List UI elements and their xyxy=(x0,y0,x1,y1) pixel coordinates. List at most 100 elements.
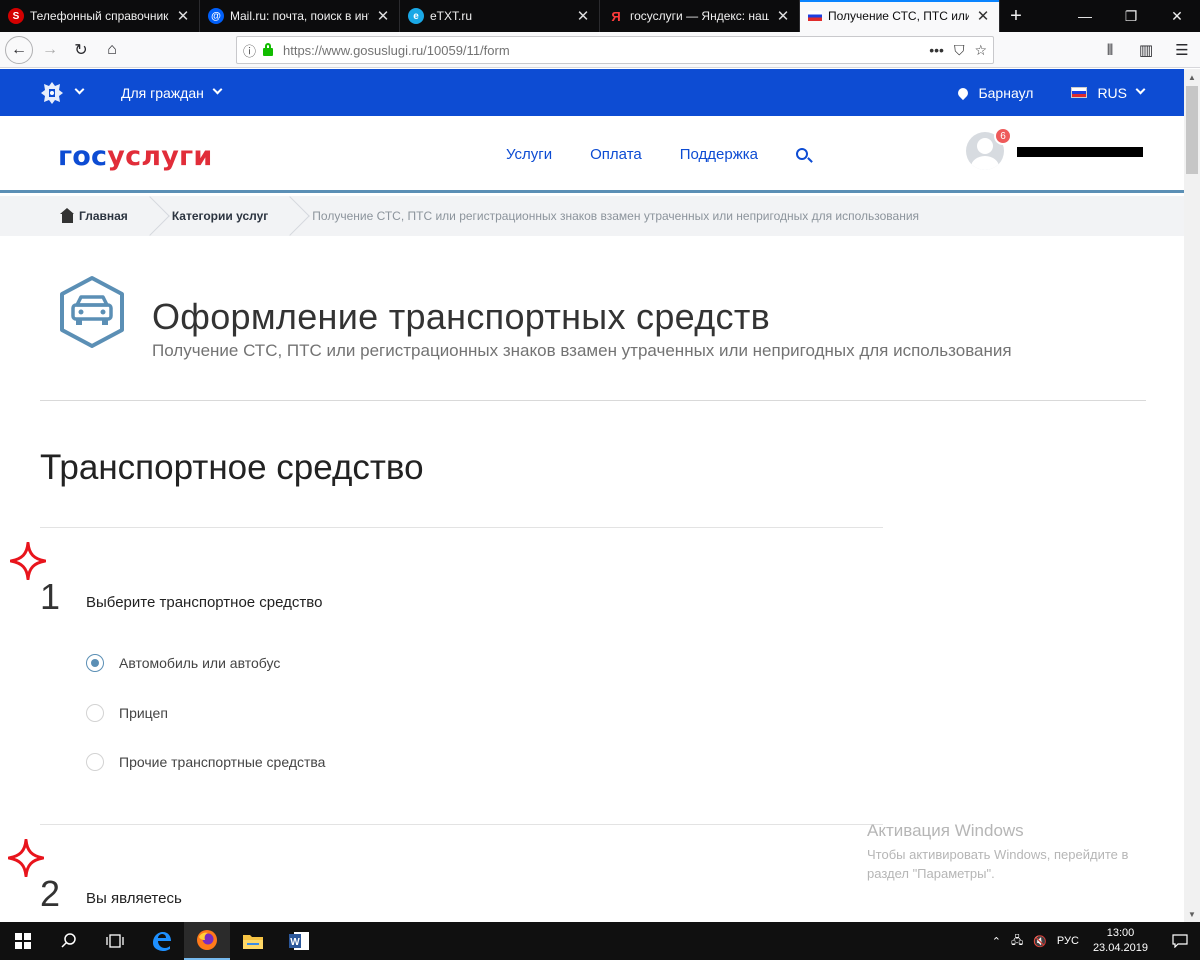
breadcrumb: Главная Категории услуг Получение СТС, П… xyxy=(0,196,1184,236)
bookmark-star-icon[interactable]: ☆ xyxy=(974,42,987,59)
tab-favicon-flag-icon xyxy=(808,11,822,21)
radio-button[interactable] xyxy=(86,753,104,771)
audience-menu-label: Для граждан xyxy=(121,84,204,101)
forward-arrow-icon[interactable]: → xyxy=(36,36,64,64)
scroll-up-icon[interactable]: ▲ xyxy=(1184,69,1200,85)
tray-expand-icon[interactable]: ⌃ xyxy=(992,935,1001,948)
breadcrumb-separator xyxy=(142,196,158,236)
radio-car-or-bus[interactable]: Автомобиль или автобус xyxy=(86,654,280,672)
location-pin-icon xyxy=(956,85,971,100)
browser-tab[interactable]: Я госуслуги — Яндекс: нашлось ✕ xyxy=(600,0,800,32)
library-icon[interactable]: ⫴ xyxy=(1092,36,1128,64)
coat-of-arms-icon[interactable] xyxy=(38,79,66,107)
step-label: Выберите транспортное средство xyxy=(86,594,323,611)
radio-button[interactable] xyxy=(86,654,104,672)
divider xyxy=(40,527,883,528)
radio-label: Прочие транспортные средства xyxy=(119,754,326,770)
new-tab-button[interactable]: + xyxy=(1000,0,1032,32)
radio-label: Автомобиль или автобус xyxy=(119,655,281,671)
start-button[interactable] xyxy=(0,922,46,960)
browser-tab-active[interactable]: Получение СТС, ПТС или регистрационных ✕ xyxy=(800,0,1000,32)
browser-nav-bar: ← → ↻ ⌂ ⓘ https://www.gosuslugi.ru/10059… xyxy=(0,32,1200,68)
network-icon[interactable]: 🖧 xyxy=(1011,932,1023,951)
info-icon[interactable]: ⓘ xyxy=(243,41,259,60)
redacted-user-name[interactable] xyxy=(1017,147,1143,157)
page-subtitle: Получение СТС, ПТС или регистрационных з… xyxy=(152,341,1012,360)
back-arrow-icon[interactable]: ← xyxy=(5,35,33,64)
logo-part-gos: гос xyxy=(58,141,108,172)
red-star-marker-icon xyxy=(8,839,44,877)
language-selector[interactable]: RUS xyxy=(1071,84,1146,101)
reload-icon[interactable]: ↻ xyxy=(67,36,95,64)
breadcrumb-home-link[interactable]: Главная xyxy=(79,209,128,223)
notification-icon xyxy=(1172,934,1188,948)
divider xyxy=(40,824,883,825)
tab-title: Телефонный справочник xyxy=(30,9,169,23)
clock-time: 13:00 xyxy=(1106,927,1135,939)
tab-close-icon[interactable]: ✕ xyxy=(775,7,791,25)
tab-title: Mail.ru: почта, поиск в интернете xyxy=(230,9,369,23)
clock-date: 23.04.2019 xyxy=(1092,942,1148,954)
tab-close-icon[interactable]: ✕ xyxy=(175,7,191,25)
page-actions-icon[interactable]: ••• xyxy=(929,42,944,58)
tab-close-icon[interactable]: ✕ xyxy=(975,7,991,25)
scroll-down-icon[interactable]: ▼ xyxy=(1184,906,1200,922)
search-icon xyxy=(61,933,76,948)
firefox-taskbar-button[interactable] xyxy=(184,922,230,960)
file-explorer-taskbar-button[interactable] xyxy=(230,922,276,960)
home-icon[interactable]: ⌂ xyxy=(98,36,126,64)
gosuslugi-logo[interactable]: госуслуги xyxy=(58,141,212,172)
windows-taskbar: W ⌃ 🖧 🔇 РУС 13:00 23.04.2019 xyxy=(0,922,1200,960)
page-title: Оформление транспортных средств xyxy=(152,296,771,337)
tab-close-icon[interactable]: ✕ xyxy=(375,7,391,25)
radio-button[interactable] xyxy=(86,704,104,722)
sidebar-icon[interactable]: ▥ xyxy=(1128,36,1164,64)
pocket-icon[interactable]: ⛉ xyxy=(954,42,965,59)
volume-muted-icon[interactable]: 🔇 xyxy=(1033,935,1047,948)
audience-menu[interactable]: Для граждан xyxy=(121,84,223,101)
tab-favicon-icon: Я xyxy=(611,8,621,24)
language-label: RUS xyxy=(1097,84,1127,101)
breadcrumb-categories-link[interactable]: Категории услуг xyxy=(172,209,268,223)
city-name: Барнаул xyxy=(978,84,1034,101)
hamburger-menu-icon[interactable]: ☰ xyxy=(1164,36,1200,64)
red-star-marker-icon xyxy=(10,542,46,580)
radio-trailer[interactable]: Прицеп xyxy=(86,704,168,722)
task-view-icon xyxy=(106,934,124,948)
nav-payment-link[interactable]: Оплата xyxy=(590,146,642,163)
tab-close-icon[interactable]: ✕ xyxy=(575,7,591,25)
chevron-down-icon[interactable] xyxy=(74,84,85,95)
close-window-icon[interactable]: ✕ xyxy=(1154,0,1200,32)
edge-icon xyxy=(153,932,171,951)
main-nav: Услуги Оплата Поддержка xyxy=(506,146,796,163)
action-center-button[interactable] xyxy=(1160,922,1200,960)
folder-icon xyxy=(243,935,263,949)
nav-support-link[interactable]: Поддержка xyxy=(680,146,758,163)
city-selector[interactable]: Барнаул xyxy=(956,84,1034,101)
radio-other-vehicles[interactable]: Прочие транспортные средства xyxy=(86,753,325,771)
browser-tab[interactable]: S Телефонный справочник ✕ xyxy=(0,0,200,32)
clock[interactable]: 13:00 23.04.2019 xyxy=(1093,926,1148,956)
browser-tab[interactable]: @ Mail.ru: почта, поиск в интернете ✕ xyxy=(200,0,400,32)
search-button[interactable] xyxy=(46,922,92,960)
url-text[interactable]: https://www.gosuslugi.ru/10059/11/form xyxy=(283,43,919,58)
word-taskbar-button[interactable]: W xyxy=(276,922,322,960)
tab-title: eTXT.ru xyxy=(430,9,473,23)
search-icon[interactable] xyxy=(796,148,808,160)
watermark-text: Чтобы активировать Windows, перейдите в … xyxy=(867,847,1129,881)
scrollbar-thumb[interactable] xyxy=(1186,86,1198,174)
input-language[interactable]: РУС xyxy=(1057,935,1079,947)
address-bar[interactable]: ⓘ https://www.gosuslugi.ru/10059/11/form… xyxy=(236,36,994,64)
tab-favicon-icon: S xyxy=(8,8,24,24)
home-icon[interactable] xyxy=(60,207,74,223)
notification-badge[interactable]: 6 xyxy=(994,127,1012,145)
nav-services-link[interactable]: Услуги xyxy=(506,146,552,163)
logo-part-uslugi: услуги xyxy=(107,141,213,172)
page-scrollbar[interactable]: ▲ ▼ xyxy=(1184,69,1200,922)
task-view-button[interactable] xyxy=(92,922,138,960)
maximize-icon[interactable]: ❐ xyxy=(1108,0,1154,32)
browser-tab[interactable]: e eTXT.ru ✕ xyxy=(400,0,600,32)
minimize-icon[interactable]: — xyxy=(1062,0,1108,32)
edge-taskbar-button[interactable] xyxy=(138,922,184,960)
word-icon: W xyxy=(289,932,309,950)
